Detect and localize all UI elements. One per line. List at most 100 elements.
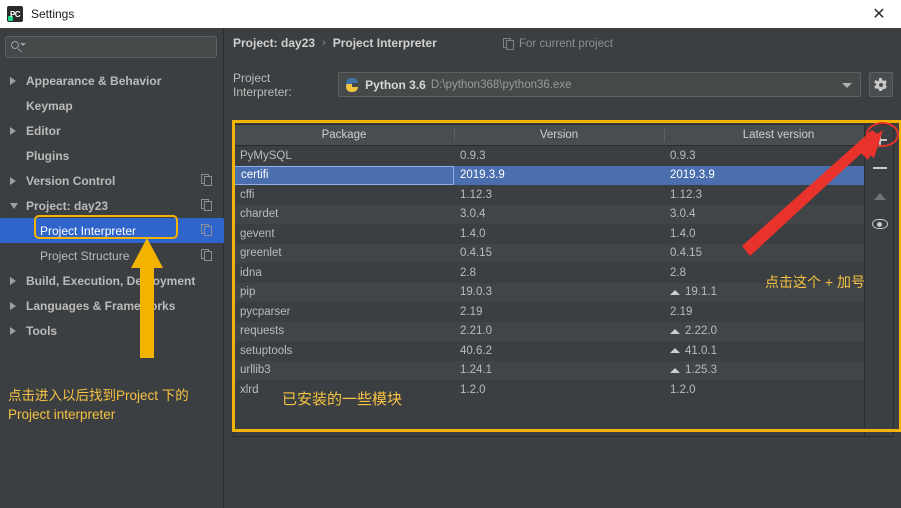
table-row[interactable]: cffi 1.12.3 1.12.3 — [234, 185, 893, 205]
cell-package: pycparser — [240, 305, 291, 318]
interpreter-settings-button[interactable] — [868, 72, 893, 97]
plus-icon — [872, 133, 887, 147]
cell-latest-version: 0.4.15 — [664, 247, 893, 259]
for-current-project-text: For current project — [519, 38, 613, 50]
sidebar-item-label: Plugins — [26, 148, 70, 163]
breadcrumb: Project: day23 › Project Interpreter — [233, 36, 437, 50]
sidebar-item-label: Build, Execution, Deployment — [26, 273, 196, 288]
project-scope-icon — [201, 199, 212, 211]
column-header-version[interactable]: Version — [454, 125, 664, 145]
latest-version-text: 2.22.0 — [685, 325, 717, 338]
chevron-right-icon[interactable] — [10, 126, 24, 135]
table-row[interactable]: requests 2.21.0 2.22.0 — [234, 321, 893, 341]
table-row[interactable]: chardet 3.0.4 3.0.4 — [234, 204, 893, 224]
table-row[interactable]: xlrd 1.2.0 1.2.0 — [234, 380, 893, 400]
sidebar-item-project-structure[interactable]: Project Structure — [0, 243, 224, 268]
search-field-wrapper — [5, 36, 217, 58]
upgrade-available-icon — [670, 289, 680, 295]
sidebar-item-keymap[interactable]: Keymap — [0, 93, 224, 118]
sidebar-item-tools[interactable]: Tools — [0, 318, 224, 343]
cell-version: 2.8 — [460, 266, 476, 279]
sidebar-item-label: Version Control — [26, 173, 116, 188]
latest-version-text: 0.4.15 — [670, 247, 702, 260]
cell-latest-version: 2.22.0 — [664, 325, 893, 337]
breadcrumb-parent[interactable]: Project: day23 — [233, 36, 315, 50]
latest-version-text: 2.19 — [670, 305, 693, 318]
sidebar-item-label: Tools — [26, 323, 58, 338]
project-interpreter-panel: Project: day23 › Project Interpreter For… — [225, 28, 901, 508]
upgrade-package-button[interactable] — [865, 183, 894, 209]
add-package-button[interactable] — [865, 127, 894, 153]
cell-package: chardet — [240, 208, 279, 221]
cell-version: 1.4.0 — [460, 227, 486, 240]
sidebar-item-label: Editor — [26, 123, 61, 138]
cell-latest-version: 1.2.0 — [664, 384, 893, 396]
chevron-right-icon[interactable] — [10, 76, 24, 85]
cell-package: cffi — [240, 188, 255, 201]
sidebar-item-build-execution-deployment[interactable]: Build, Execution, Deployment — [0, 268, 224, 293]
sidebar-item-appearance-behavior[interactable]: Appearance & Behavior — [0, 68, 224, 93]
cell-version: 40.6.2 — [460, 344, 492, 357]
cell-version: 1.12.3 — [460, 188, 492, 201]
table-row[interactable]: certifi 2019.3.9 2019.3.9 — [234, 165, 893, 185]
cell-latest-version: 0.9.3 — [664, 150, 893, 162]
sidebar-item-label: Languages & Frameworks — [26, 298, 176, 313]
project-scope-icon — [503, 38, 514, 50]
show-early-releases-button[interactable] — [865, 211, 894, 237]
chevron-down-icon[interactable] — [10, 202, 24, 209]
latest-version-text: 0.9.3 — [670, 149, 696, 162]
cell-package: certifi — [234, 165, 454, 185]
sidebar-item-languages-frameworks[interactable]: Languages & Frameworks — [0, 293, 224, 318]
upgrade-available-icon — [670, 328, 680, 334]
sidebar-item-label: Project Interpreter — [40, 223, 137, 238]
chevron-right-icon[interactable] — [10, 326, 24, 335]
interpreter-dropdown[interactable]: Python 3.6 D:\python368\python36.exe — [338, 72, 861, 97]
table-row[interactable]: gevent 1.4.0 1.4.0 — [234, 224, 893, 244]
annotation-sidebar-note: 点击进入以后找到Project 下的 Project interpreter — [8, 388, 189, 422]
close-icon[interactable]: ✕ — [857, 0, 901, 28]
table-row[interactable]: idna 2.8 2.8 — [234, 263, 893, 283]
interpreter-row: Project Interpreter: Python 3.6 D:\pytho… — [233, 70, 893, 99]
latest-version-text: 1.4.0 — [670, 227, 696, 240]
settings-window: PC Settings ✕ Appearance & Behavior Keyma… — [0, 0, 901, 508]
column-header-package[interactable]: Package — [234, 125, 454, 145]
sidebar-item-editor[interactable]: Editor — [0, 118, 224, 143]
remove-package-button[interactable] — [865, 155, 894, 181]
cell-version: 0.4.15 — [460, 247, 492, 260]
latest-version-text: 3.0.4 — [670, 208, 696, 221]
chevron-right-icon[interactable] — [10, 301, 24, 310]
arrow-up-icon — [873, 192, 886, 200]
latest-version-text: 19.1.1 — [685, 286, 717, 299]
upgrade-available-icon — [670, 348, 680, 354]
cell-latest-version: 1.25.3 — [664, 364, 893, 376]
table-row[interactable]: pycparser 2.19 2.19 — [234, 302, 893, 322]
breadcrumb-separator-icon: › — [322, 37, 326, 49]
sidebar-item-project-day23[interactable]: Project: day23 — [0, 193, 224, 218]
sidebar-item-version-control[interactable]: Version Control — [0, 168, 224, 193]
latest-version-text: 1.25.3 — [685, 364, 717, 377]
cell-latest-version: 19.1.1 — [664, 286, 893, 298]
table-row[interactable]: urllib3 1.24.1 1.25.3 — [234, 360, 893, 380]
packages-table: Package Version Latest version PyMySQL 0.… — [233, 124, 894, 437]
window-title: Settings — [31, 7, 75, 21]
table-row[interactable]: pip 19.0.3 19.1.1 — [234, 282, 893, 302]
packages-table-body: PyMySQL 0.9.3 0.9.3 certifi 2019.3.9 2019.3.9… — [234, 146, 893, 400]
chevron-right-icon[interactable] — [10, 276, 24, 285]
latest-version-text: 2.8 — [670, 266, 686, 279]
sidebar-item-label: Keymap — [26, 98, 73, 113]
cell-version: 19.0.3 — [460, 286, 492, 299]
sidebar-item-project-interpreter[interactable]: Project Interpreter — [0, 218, 224, 243]
cell-package: idna — [240, 266, 262, 279]
chevron-right-icon[interactable] — [10, 176, 24, 185]
table-row[interactable]: PyMySQL 0.9.3 0.9.3 — [234, 146, 893, 166]
sidebar-item-plugins[interactable]: Plugins — [0, 143, 224, 168]
search-input[interactable] — [5, 36, 217, 58]
interpreter-label: Project Interpreter: — [233, 70, 292, 99]
cell-version: 0.9.3 — [460, 149, 486, 162]
latest-version-text: 41.0.1 — [685, 344, 717, 357]
column-header-latest-version[interactable]: Latest version — [664, 125, 893, 145]
table-row[interactable]: setuptools 40.6.2 41.0.1 — [234, 341, 893, 361]
chevron-down-icon[interactable] — [841, 83, 852, 88]
table-row[interactable]: greenlet 0.4.15 0.4.15 — [234, 243, 893, 263]
cell-version: 1.24.1 — [460, 364, 492, 377]
